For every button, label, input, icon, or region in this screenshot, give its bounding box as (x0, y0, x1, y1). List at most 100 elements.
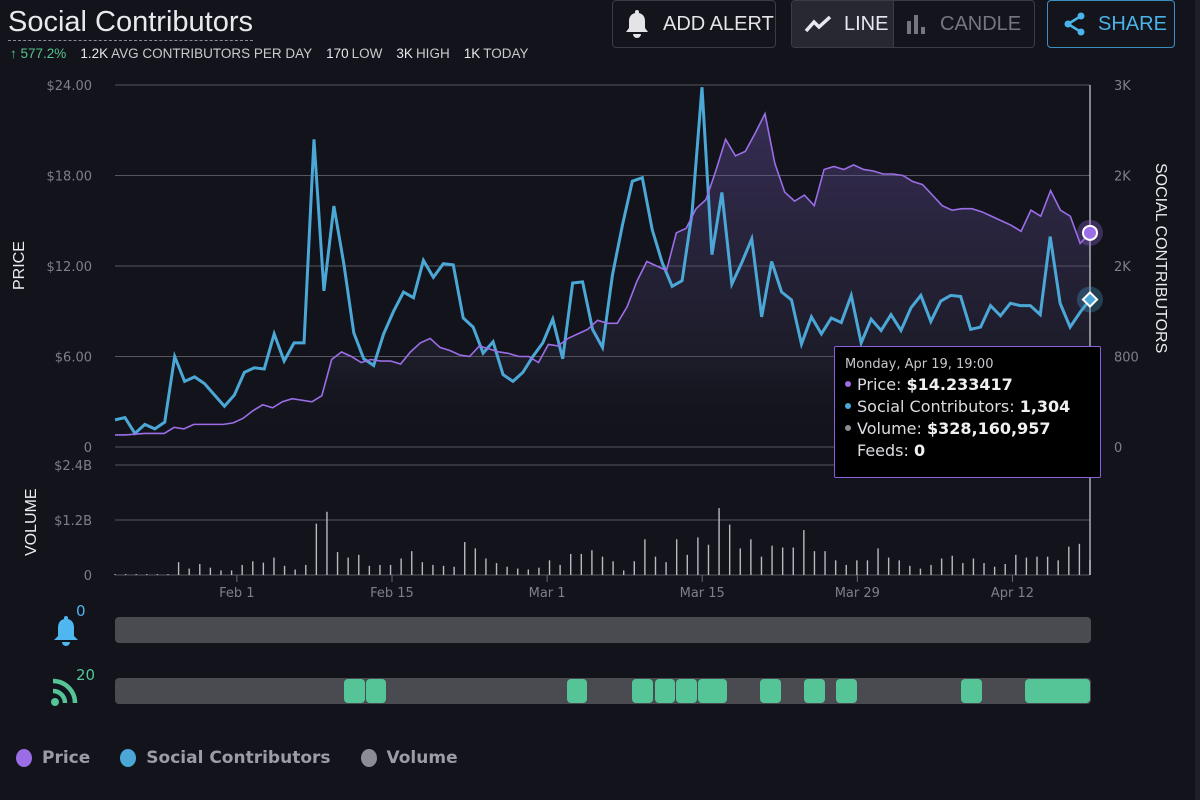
price-tick-label: 0 (84, 441, 92, 456)
tooltip-label: Volume: (857, 419, 922, 438)
feed-marker[interactable] (566, 679, 588, 703)
social-tick-label: 0 (1114, 441, 1122, 456)
change-stat: ↑ 577.2% (10, 46, 66, 61)
line-mode-button[interactable]: LINE (792, 1, 894, 47)
feed-marker[interactable] (632, 679, 653, 703)
x-tick-label: Feb 15 (370, 586, 414, 600)
alerts-count: 0 (76, 602, 86, 620)
x-tick-label: Apr 12 (991, 586, 1034, 600)
legend-label: Volume (386, 748, 458, 768)
candle-mode-label: CANDLE (940, 12, 1022, 35)
price-dot-icon (845, 380, 851, 387)
tooltip-value: 0 (914, 441, 926, 460)
feed-marker[interactable] (760, 679, 781, 703)
stat-label: TODAY (483, 46, 529, 61)
tooltip-label: Social Contributors: (857, 397, 1015, 416)
feed-marker[interactable] (1024, 679, 1091, 703)
line-mode-label: LINE (844, 12, 889, 35)
stat-label: AVG CONTRIBUTORS PER DAY (111, 46, 313, 61)
legend-dot-icon (120, 749, 137, 767)
volume-axis-title: VOLUME (23, 488, 40, 556)
feed-marker[interactable] (804, 679, 825, 703)
feeds-count: 20 (76, 666, 96, 684)
feed-marker[interactable] (676, 679, 697, 703)
stat-value: 3K (396, 46, 413, 61)
chart-type-toggle: LINE CANDLE (791, 0, 1035, 48)
stat-label: LOW (351, 46, 383, 61)
legend-label: Social Contributors (146, 748, 331, 768)
social-tick-label: 800 (1114, 351, 1139, 366)
price-tick-label: $24.00 (47, 79, 93, 94)
candle-chart-icon (907, 15, 925, 34)
tooltip-label: Price: (857, 375, 902, 394)
stat-high: 3K HIGH (396, 46, 449, 61)
x-tick-label: Mar 1 (529, 586, 566, 600)
line-chart-icon (804, 15, 832, 33)
legend-dot-icon (360, 749, 377, 767)
stat-label: HIGH (415, 46, 450, 61)
hover-tooltip: Monday, Apr 19, 19:00 Price: $14.233417 … (834, 346, 1101, 478)
stat-today: 1K TODAY (464, 46, 529, 61)
price-axis-title: PRICE (11, 241, 28, 290)
alerts-track[interactable] (115, 617, 1091, 643)
tooltip-value: $14.233417 (906, 375, 1013, 394)
x-tick-label: Feb 1 (219, 586, 254, 600)
add-alert-button[interactable]: ADD ALERT (612, 0, 776, 48)
price-axis: 0 $6.00 $12.00 $18.00 $24.00 (47, 79, 93, 456)
tooltip-timestamp: Monday, Apr 19, 19:00 (845, 357, 994, 372)
feed-marker[interactable] (961, 679, 982, 703)
price-tick-label: $6.00 (55, 351, 92, 366)
bell-icon (626, 10, 648, 38)
x-tick-label: Mar 15 (680, 586, 725, 600)
social-dot-icon (845, 402, 851, 409)
volume-tick-label: 0 (84, 569, 92, 584)
volume-axis: 0 $1.2B $2.4B (54, 459, 92, 584)
stat-value: 1K (463, 46, 481, 61)
change-percent: 577.2% (20, 46, 67, 61)
social-tick-label: 2K (1114, 260, 1131, 275)
stats-bar: ↑ 577.2% 1.2K AVG CONTRIBUTORS PER DAY 17… (10, 46, 528, 61)
legend-label: Price (42, 748, 91, 768)
tooltip-volume-row: Volume: $328,160,957 (845, 418, 1090, 440)
legend-item-volume[interactable]: Volume (360, 748, 458, 768)
volume-tick-label: $1.2B (54, 514, 92, 529)
tooltip-feeds-row: Feeds: 0 (845, 440, 1090, 462)
page-title: Social Contributors (8, 4, 253, 41)
feeds-track[interactable] (115, 678, 1091, 704)
share-icon (1064, 12, 1085, 36)
social-axis-title: SOCIAL CONTRIBUTORS (1152, 163, 1169, 353)
tooltip-value: 1,304 (1019, 397, 1071, 416)
price-tick-label: $18.00 (47, 170, 93, 185)
feed-marker[interactable] (836, 679, 857, 703)
chart-area[interactable]: 0 $6.00 $12.00 $18.00 $24.00 0 800 2K 2K 3K 0 $1.… (0, 70, 1200, 600)
legend-dot-icon (16, 749, 32, 767)
tooltip-social-row: Social Contributors: 1,304 (845, 396, 1090, 418)
price-tick-label: $12.00 (47, 260, 93, 275)
volume-dot-icon (845, 424, 851, 431)
chart-legend: Price Social Contributors Volume (16, 748, 488, 768)
legend-item-price[interactable]: Price (16, 748, 90, 768)
stat-avg: 1.2K AVG CONTRIBUTORS PER DAY (80, 46, 312, 61)
x-axis: Feb 1 Feb 15 Mar 1 Mar 15 Mar 29 Apr 12 (219, 575, 1034, 600)
tooltip-label: Feeds: (857, 441, 909, 460)
feed-marker[interactable] (654, 679, 676, 703)
stat-value: 170 (326, 46, 349, 61)
social-tick-label: 2K (1114, 170, 1131, 185)
stat-low: 170 LOW (326, 46, 382, 61)
add-alert-label: ADD ALERT (663, 12, 774, 35)
legend-item-social-contributors[interactable]: Social Contributors (120, 748, 331, 768)
tooltip-price-row: Price: $14.233417 (845, 374, 1090, 396)
social-axis: 0 800 2K 2K 3K (1114, 79, 1139, 456)
volume-bars (114, 508, 1091, 575)
share-button[interactable]: SHARE (1047, 0, 1175, 48)
volume-tick-label: $2.4B (54, 459, 92, 474)
social-tick-label: 3K (1114, 79, 1131, 94)
x-tick-label: Mar 29 (835, 586, 880, 600)
feed-marker[interactable] (344, 679, 365, 703)
candle-mode-button[interactable]: CANDLE (894, 1, 1034, 47)
arrow-up-icon: ↑ (10, 46, 17, 61)
price-hover-marker (1082, 224, 1098, 241)
stat-value: 1.2K (80, 46, 109, 61)
feed-marker[interactable] (365, 679, 387, 703)
feed-marker[interactable] (697, 679, 727, 703)
